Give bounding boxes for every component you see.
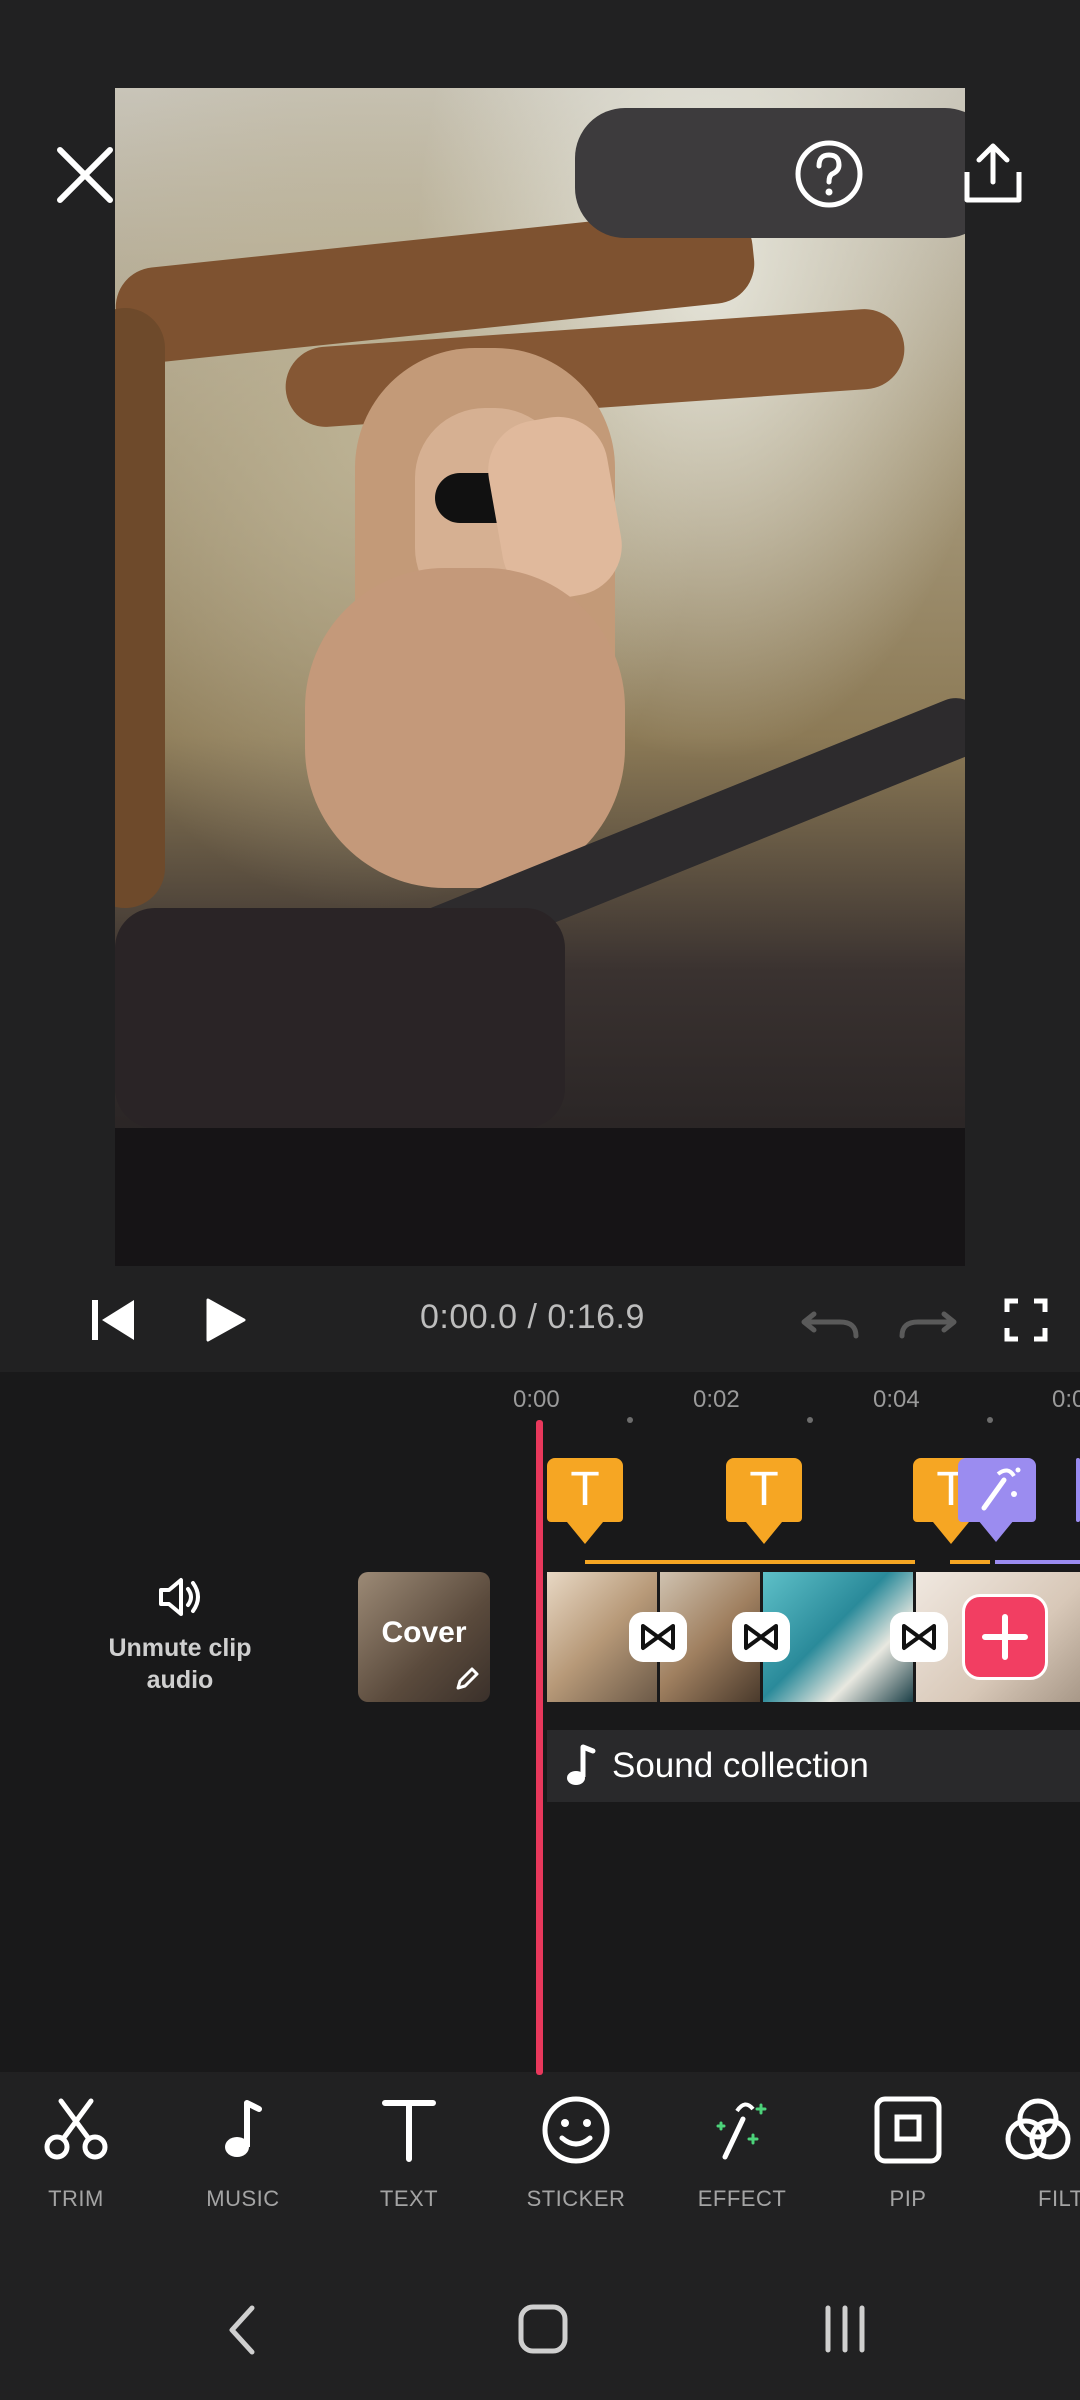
tool-filter[interactable]: FILT [1000,2090,1080,2212]
ruler-label: 0:04 [873,1386,920,1413]
text-marker[interactable]: T [547,1458,623,1544]
undo-icon [801,1311,859,1339]
skip-back-icon [92,1300,134,1340]
play-button[interactable] [200,1296,248,1344]
text-range-line [585,1560,915,1564]
share-icon [964,143,1022,203]
add-clip-button[interactable] [962,1594,1048,1680]
pencil-icon [456,1667,479,1690]
tool-trim[interactable]: TRIM [6,2090,146,2212]
tool-label: PIP [889,2186,927,2211]
tool-label: TEXT [379,2186,439,2211]
tool-text[interactable]: TEXT [339,2090,479,2212]
bowtie-icon [744,1624,778,1650]
unmute-clip-audio-button[interactable]: Unmute clip audio [90,1572,270,1702]
tool-sticker[interactable]: STICKER [506,2090,646,2212]
nav-recents-button[interactable] [820,2304,870,2354]
redo-button[interactable] [896,1302,958,1342]
home-icon [518,2304,568,2354]
effect-marker[interactable] [958,1458,1036,1522]
close-icon [57,147,113,203]
nav-home-button[interactable] [516,2302,570,2356]
redo-icon [899,1311,957,1339]
nav-back-button[interactable] [222,2300,262,2360]
speaker-icon [159,1578,200,1616]
ruler-dot [807,1417,813,1423]
text-icon [382,2100,436,2162]
bowtie-icon [641,1624,675,1650]
tool-music[interactable]: MUSIC [173,2090,313,2212]
help-button[interactable] [793,138,865,210]
text-marker[interactable]: T [726,1458,802,1544]
recents-icon [825,2305,865,2353]
tool-label: STICKER [526,2186,626,2211]
tool-label: TRIM [48,2186,104,2211]
ruler-dot [627,1417,633,1423]
undo-button[interactable] [800,1302,862,1342]
ruler-label: 0:0 [1052,1386,1080,1413]
pip-icon [874,2096,942,2164]
ruler-label: 0:02 [693,1386,740,1413]
effect-range-line [995,1560,1080,1564]
share-button[interactable] [957,138,1029,210]
ruler-dot [987,1417,993,1423]
skip-to-start-button[interactable] [88,1296,140,1344]
tool-pip[interactable]: PIP [838,2090,978,2212]
effect-marker-tip [978,1520,1014,1542]
time-display: 0:00.0 / 0:16.9 [420,1298,645,1336]
help-icon [795,140,863,208]
play-icon [206,1298,246,1342]
back-arrow-icon [229,2305,255,2355]
tool-label: FILT [1038,2186,1080,2211]
magic-wand-icon [716,2102,767,2160]
cover-thumbnail[interactable]: Cover [358,1572,490,1702]
transition-button[interactable] [890,1612,948,1662]
tool-label: EFFECT [697,2186,787,2211]
smiley-icon [542,2096,610,2164]
music-note-icon [225,2100,262,2157]
sound-collection-track[interactable]: Sound collection [547,1730,1080,1802]
tool-effect[interactable]: EFFECT [672,2090,812,2212]
fullscreen-icon [1004,1298,1048,1342]
ruler-label: 0:00 [513,1386,560,1413]
fullscreen-button[interactable] [1004,1298,1048,1342]
magic-wand-icon [981,1467,1021,1511]
close-button[interactable] [50,140,120,210]
video-preview[interactable] [115,88,965,1266]
music-note-icon [567,1744,596,1785]
tool-label: MUSIC [206,2186,280,2211]
effect-marker-edge [1076,1458,1080,1522]
scissors-icon [44,2098,108,2160]
plus-icon [982,1614,1028,1660]
cover-label: Cover [381,1616,467,1649]
filter-icon [1005,2098,1071,2160]
playhead[interactable] [536,1420,543,2075]
sound-collection-label: Sound collection [612,1746,869,1785]
transition-button[interactable] [732,1612,790,1662]
transition-button[interactable] [629,1612,687,1662]
bowtie-icon [902,1624,936,1650]
unmute-label: Unmute clip audio [108,1634,252,1694]
text-range-line [950,1560,990,1564]
